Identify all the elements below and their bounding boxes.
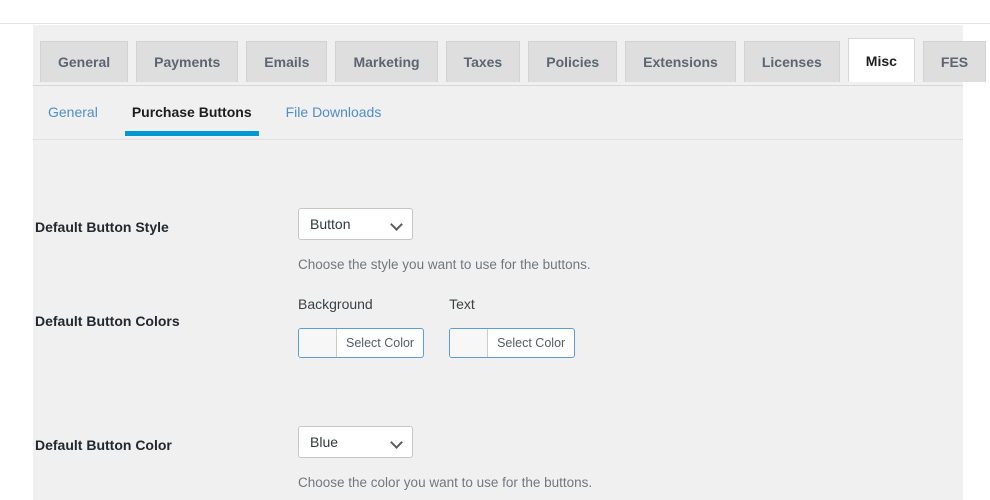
setting-field-button-style: Button Choose the style you want to use … [298, 208, 591, 273]
tab-licenses[interactable]: Licenses [743, 41, 840, 82]
setting-row-button-style: Default Button Style Button Choose the s… [33, 168, 963, 272]
tab-label: Misc [865, 53, 897, 69]
color-picker-background-caption: Background [298, 296, 373, 312]
setting-label-button-color: Default Button Color [35, 437, 172, 453]
chevron-down-icon [392, 220, 401, 229]
color-picker-background: Background Select Color [298, 296, 425, 358]
text-color-swatch [450, 329, 489, 357]
tab-misc[interactable]: Misc [847, 38, 915, 82]
tab-label: Policies [546, 54, 600, 70]
settings-page: General Payments Emails Marketing Taxes … [0, 0, 990, 500]
setting-field-button-colors: Background Select Color Text Select Colo… [298, 296, 600, 358]
setting-row-button-colors: Default Button Colors Background Select … [33, 269, 963, 389]
chevron-down-icon [392, 438, 401, 447]
settings-form: Default Button Style Button Choose the s… [33, 168, 963, 491]
tab-general[interactable]: General [40, 41, 129, 82]
button-color-help-text: Choose the color you want to use for the… [298, 475, 593, 490]
tab-label: General [58, 54, 111, 70]
settings-panel: General Payments Emails Marketing Taxes … [33, 25, 987, 500]
color-picker-text: Text Select Color [449, 296, 576, 358]
tab-label: Licenses [761, 54, 822, 70]
setting-label-button-style: Default Button Style [35, 219, 169, 235]
button-color-selected-value: Blue [310, 434, 339, 450]
tab-emails[interactable]: Emails [246, 41, 328, 82]
tab-label: Extensions [643, 54, 718, 70]
setting-field-button-color: Blue Choose the color you want to use fo… [298, 426, 592, 491]
text-select-color-button[interactable]: Select Color [449, 328, 576, 358]
tab-extensions[interactable]: Extensions [625, 41, 736, 82]
subtab-general[interactable]: General [46, 100, 100, 136]
secondary-tab-list: General Purchase Buttons File Downloads [46, 100, 413, 136]
tab-fes[interactable]: FES [922, 41, 987, 82]
page-top-strip [0, 0, 990, 24]
tab-label: Payments [154, 54, 221, 70]
setting-label-button-colors: Default Button Colors [35, 313, 180, 329]
subtab-file-downloads[interactable]: File Downloads [284, 100, 384, 136]
tab-label: FES [940, 54, 969, 70]
color-picker-text-caption: Text [449, 296, 475, 312]
tab-label: Taxes [463, 54, 503, 70]
background-select-color-button[interactable]: Select Color [298, 328, 425, 358]
button-style-select[interactable]: Button [298, 208, 413, 240]
color-picker-group: Background Select Color Text Select Colo… [298, 296, 600, 358]
primary-tab-bar: General Payments Emails Marketing Taxes … [33, 38, 987, 85]
text-select-color-label: Select Color [497, 336, 566, 350]
tab-marketing[interactable]: Marketing [335, 41, 438, 82]
button-style-selected-value: Button [310, 216, 351, 232]
secondary-tab-divider [33, 139, 963, 140]
tab-policies[interactable]: Policies [528, 41, 618, 82]
tab-label: Marketing [353, 54, 420, 70]
setting-row-button-color: Default Button Color Blue Choose the col… [33, 389, 963, 491]
background-select-color-label: Select Color [346, 336, 415, 350]
secondary-tab-bar: General Purchase Buttons File Downloads [33, 85, 963, 168]
tab-payments[interactable]: Payments [136, 41, 239, 82]
tab-label: Emails [264, 54, 310, 70]
subtab-purchase-buttons[interactable]: Purchase Buttons [124, 100, 259, 136]
button-color-select[interactable]: Blue [298, 426, 413, 458]
tab-taxes[interactable]: Taxes [445, 41, 521, 82]
background-color-swatch [299, 329, 337, 357]
